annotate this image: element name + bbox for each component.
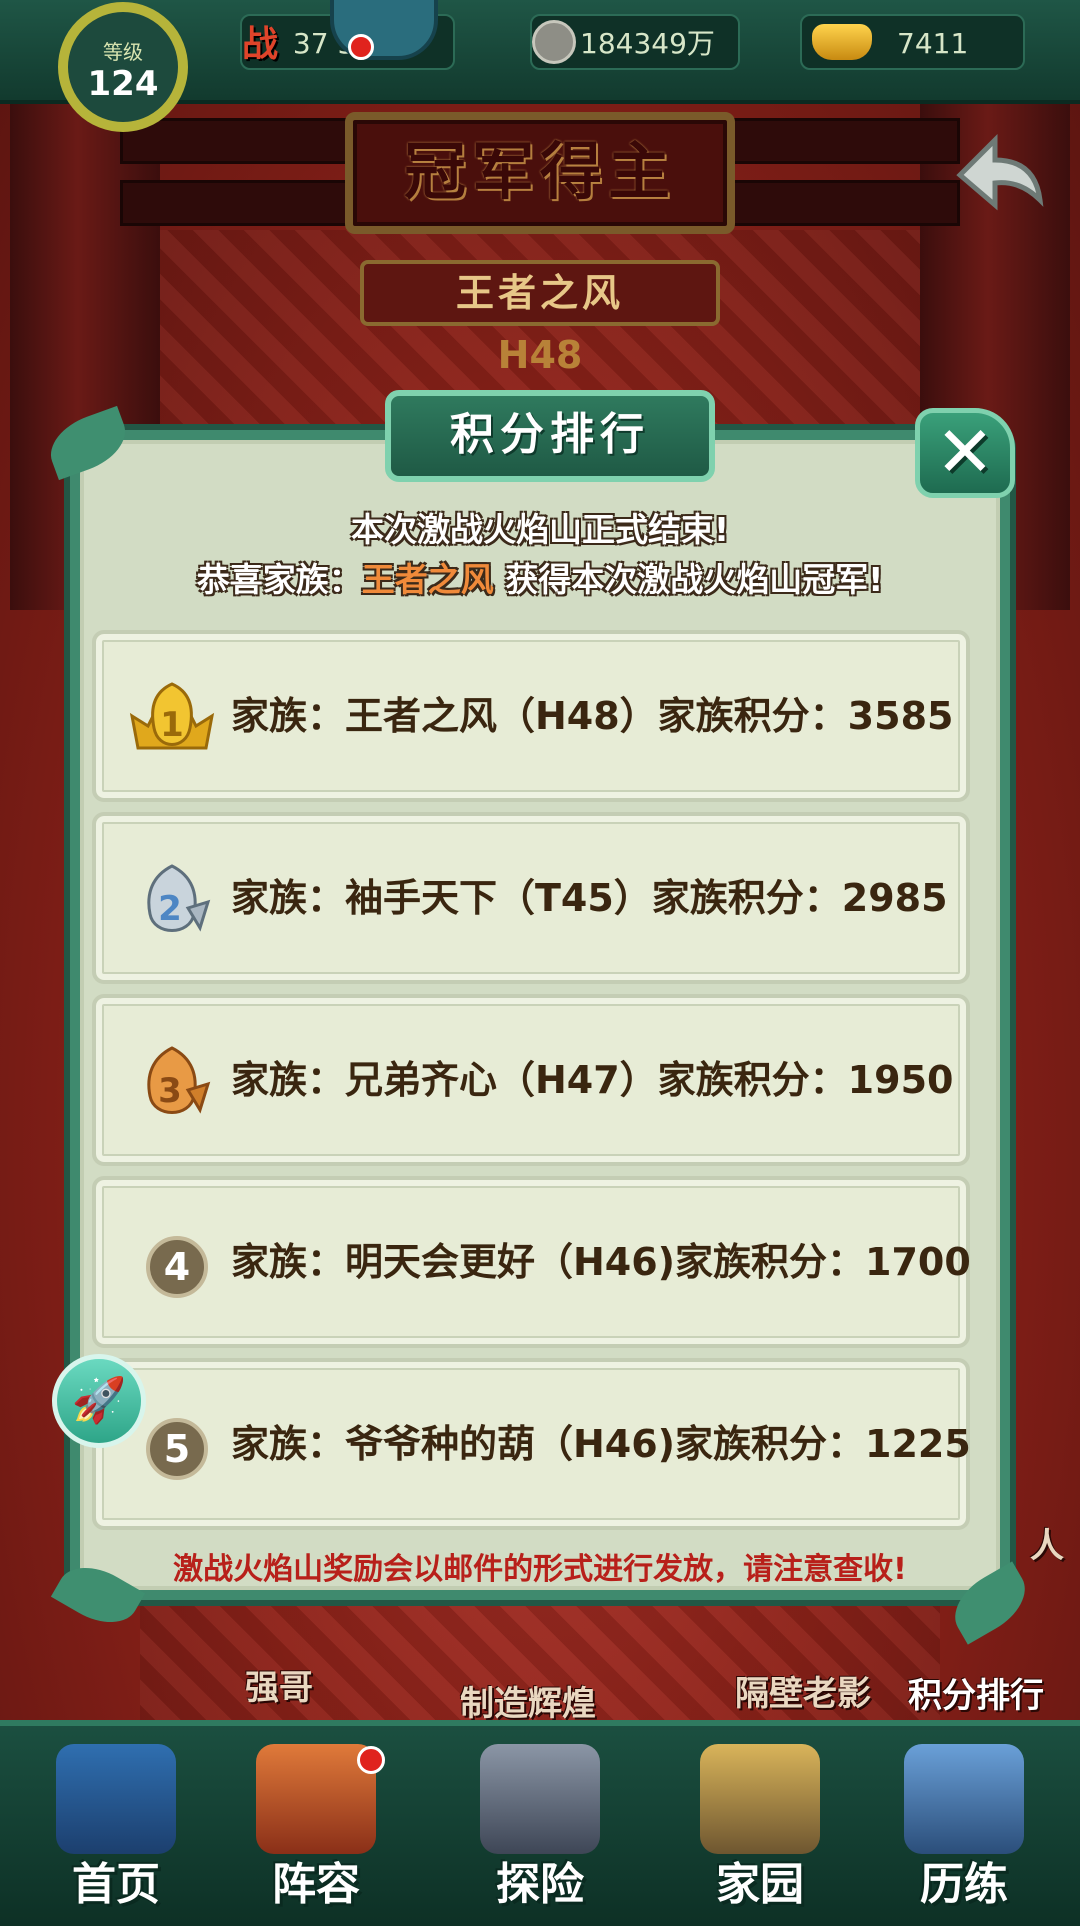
nav-homestead-label: 家园 (716, 1859, 804, 1910)
gold-ingot-icon (812, 24, 872, 60)
nav-training-label: 历练 (920, 1859, 1008, 1910)
nav-lineup-label: 阵容 (272, 1859, 360, 1910)
pet-avatar-icon[interactable] (330, 0, 438, 60)
champion-family-highlight: 王者之风 (361, 560, 494, 599)
champion-family-name: 王者之风 (455, 271, 624, 315)
homestead-house-icon (700, 1744, 820, 1854)
gold-ingot-display[interactable]: 7411 (800, 14, 1025, 70)
ranking-entry-text: 家族：爷爷种的葫（H46)家族积分：1225 (231, 1422, 971, 1466)
ranking-row: 2 家族：袖手天下（T45）家族积分：2985 (92, 812, 970, 984)
close-icon: ✕ (935, 411, 995, 493)
announce-suffix: 获得本次激战火焰山冠军! (493, 560, 884, 599)
ranking-entry-text: 家族：袖手天下（T45）家族积分：2985 (231, 876, 948, 920)
player-name-label: 强哥 (245, 1668, 313, 1708)
level-label: 等级 (103, 40, 143, 64)
announce-line-1: 本次激战火焰山正式结束! (350, 510, 730, 549)
ranking-row: 3 家族：兄弟齐心（H47）家族积分：1950 (92, 994, 970, 1166)
bottom-navigation: 首页 阵容 探险 家园 历练 (0, 1720, 1080, 1926)
close-button[interactable]: ✕ (915, 408, 1015, 498)
champion-family-plaque: 王者之风 (360, 260, 720, 326)
level-value: 124 (87, 64, 159, 104)
explore-gate-icon (480, 1744, 600, 1854)
nav-home[interactable]: 首页 (16, 1726, 216, 1926)
bronze-medal-icon: 3 (147, 1046, 211, 1114)
nav-training[interactable]: 历练 (864, 1726, 1064, 1926)
notification-dot (348, 34, 374, 60)
combat-power-icon: 战 (242, 24, 279, 65)
champion-title: 冠军得主 (403, 135, 676, 208)
coin-icon (532, 20, 576, 64)
ranking-row: 5 家族：爷爷种的葫（H46)家族积分：1225 (92, 1358, 971, 1530)
nav-explore-label: 探险 (496, 1859, 584, 1910)
gold-medal-icon: 1 (129, 682, 215, 750)
notification-dot (357, 1746, 385, 1774)
coins-value: 184349万 (580, 27, 715, 60)
ranking-row: 1 家族：王者之风（H48）家族积分：3585 (92, 630, 970, 802)
nav-lineup[interactable]: 阵容 (216, 1726, 416, 1926)
ranking-shortcut-button[interactable]: 积分排行 (908, 1668, 1044, 1717)
svg-text:3: 3 (158, 1071, 182, 1111)
svg-text:2: 2 (158, 889, 182, 929)
ranking-entry-text: 家族：兄弟齐心（H47）家族积分：1950 (231, 1058, 954, 1102)
home-pavilion-icon (56, 1744, 176, 1854)
nav-explore[interactable]: 探险 (440, 1726, 640, 1926)
rank-number-badge: 4 (146, 1236, 208, 1298)
nav-home-label: 首页 (72, 1859, 160, 1910)
champion-title-plaque: 冠军得主 (345, 112, 735, 234)
rocket-icon: 🚀 (71, 1375, 127, 1426)
reward-mail-notice: 激战火焰山奖励会以邮件的形式进行发放，请注意查收! (173, 1552, 907, 1587)
popup-title: 积分排行 (450, 409, 650, 460)
gold-value: 7411 (897, 27, 969, 60)
popup-title-banner: 积分排行 (385, 390, 715, 482)
silver-medal-icon: 2 (147, 864, 211, 932)
player-name-label: 隔壁老影 (735, 1674, 871, 1714)
announce-prefix: 恭喜家族： (196, 560, 362, 599)
side-partial-label: 人 (1030, 1526, 1064, 1566)
champion-server-tag: H48 (497, 333, 583, 377)
training-mountain-icon (904, 1744, 1024, 1854)
player-level-badge[interactable]: 等级 124 (58, 2, 188, 132)
nav-homestead[interactable]: 家园 (660, 1726, 860, 1926)
ranking-entry-text: 家族：明天会更好（H46)家族积分：1700 (231, 1240, 971, 1284)
rocket-boost-button[interactable]: 🚀 (52, 1354, 146, 1448)
ranking-row: 4 家族：明天会更好（H46)家族积分：1700 (92, 1176, 971, 1348)
ranking-entry-text: 家族：王者之风（H48）家族积分：3585 (231, 694, 954, 738)
result-announcement: 本次激战火焰山正式结束! 恭喜家族：王者之风 获得本次激战火焰山冠军! (90, 505, 990, 605)
announce-line-2: 恭喜家族：王者之风 获得本次激战火焰山冠军! (90, 555, 990, 605)
player-name-label: 制造辉煌 (460, 1684, 596, 1724)
coins-display[interactable]: 184349万 (530, 14, 740, 70)
rank-number-badge: 5 (146, 1418, 208, 1480)
svg-text:1: 1 (160, 705, 184, 745)
back-arrow-icon[interactable] (940, 125, 1050, 215)
